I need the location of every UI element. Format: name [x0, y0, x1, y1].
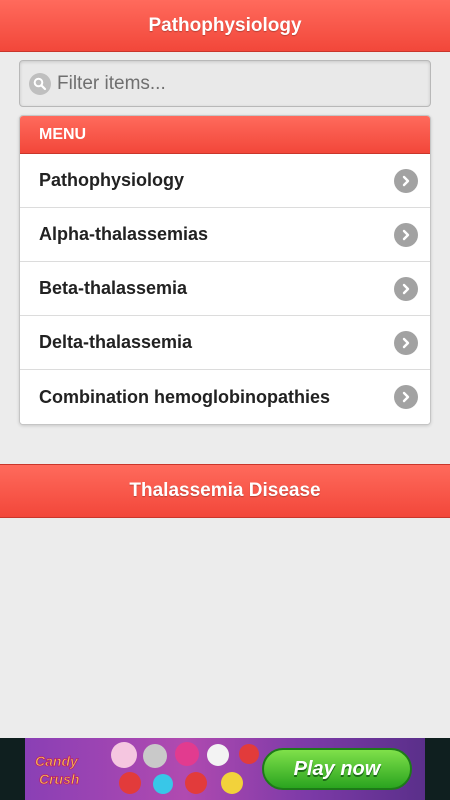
list-item-combination-hemoglobinopathies[interactable]: Combination hemoglobinopathies — [20, 370, 430, 424]
play-now-button[interactable]: Play now — [262, 748, 412, 790]
chevron-right-icon — [394, 222, 418, 247]
list-item-label: Combination hemoglobinopathies — [39, 386, 330, 407]
search-input[interactable] — [57, 72, 407, 95]
candy-icon — [207, 744, 229, 766]
app-header: Pathophysiology — [0, 0, 450, 52]
chevron-right-icon — [394, 168, 418, 193]
candy-crush-logo: Candy Crush — [35, 753, 80, 788]
candy-icon — [185, 772, 207, 794]
chevron-right-icon — [394, 385, 418, 409]
search-icon — [29, 72, 51, 95]
play-now-label: Play now — [293, 757, 381, 780]
candy-icon — [175, 742, 199, 766]
search-bar[interactable] — [19, 60, 431, 107]
footer-title: Thalassemia Disease — [129, 480, 321, 501]
candy-icon — [221, 772, 243, 794]
svg-text:Crush: Crush — [39, 771, 79, 787]
app-footer: Thalassemia Disease — [0, 464, 450, 518]
candy-icon — [153, 774, 173, 794]
candy-icon — [119, 772, 141, 794]
list-item-label: Pathophysiology — [39, 170, 185, 190]
list-item-label: Beta-thalassemia — [39, 278, 188, 298]
candy-icon — [239, 744, 259, 764]
candy-icon — [111, 742, 137, 768]
candy-icon — [143, 744, 167, 768]
menu-divider-label: MENU — [39, 125, 87, 143]
list-item-delta-thalassemia[interactable]: Delta-thalassemia — [20, 316, 430, 370]
list-item-beta-thalassemia[interactable]: Beta-thalassemia — [20, 262, 430, 316]
list-item-alpha-thalassemias[interactable]: Alpha-thalassemias — [20, 208, 430, 262]
menu-list: MENU Pathophysiology Alpha-thalassemias … — [19, 115, 431, 425]
svg-text:Candy: Candy — [35, 753, 79, 769]
ad-banner[interactable]: Candy Crush Play now — [0, 738, 450, 800]
ad-creative[interactable]: Candy Crush Play now — [25, 738, 425, 800]
list-item-label: Alpha-thalassemias — [39, 224, 209, 244]
list-item-label: Delta-thalassemia — [39, 332, 193, 352]
chevron-right-icon — [394, 330, 418, 355]
page-title: Pathophysiology — [148, 14, 302, 36]
chevron-right-icon — [394, 276, 418, 301]
menu-divider: MENU — [20, 116, 430, 154]
list-item-pathophysiology[interactable]: Pathophysiology — [20, 154, 430, 208]
